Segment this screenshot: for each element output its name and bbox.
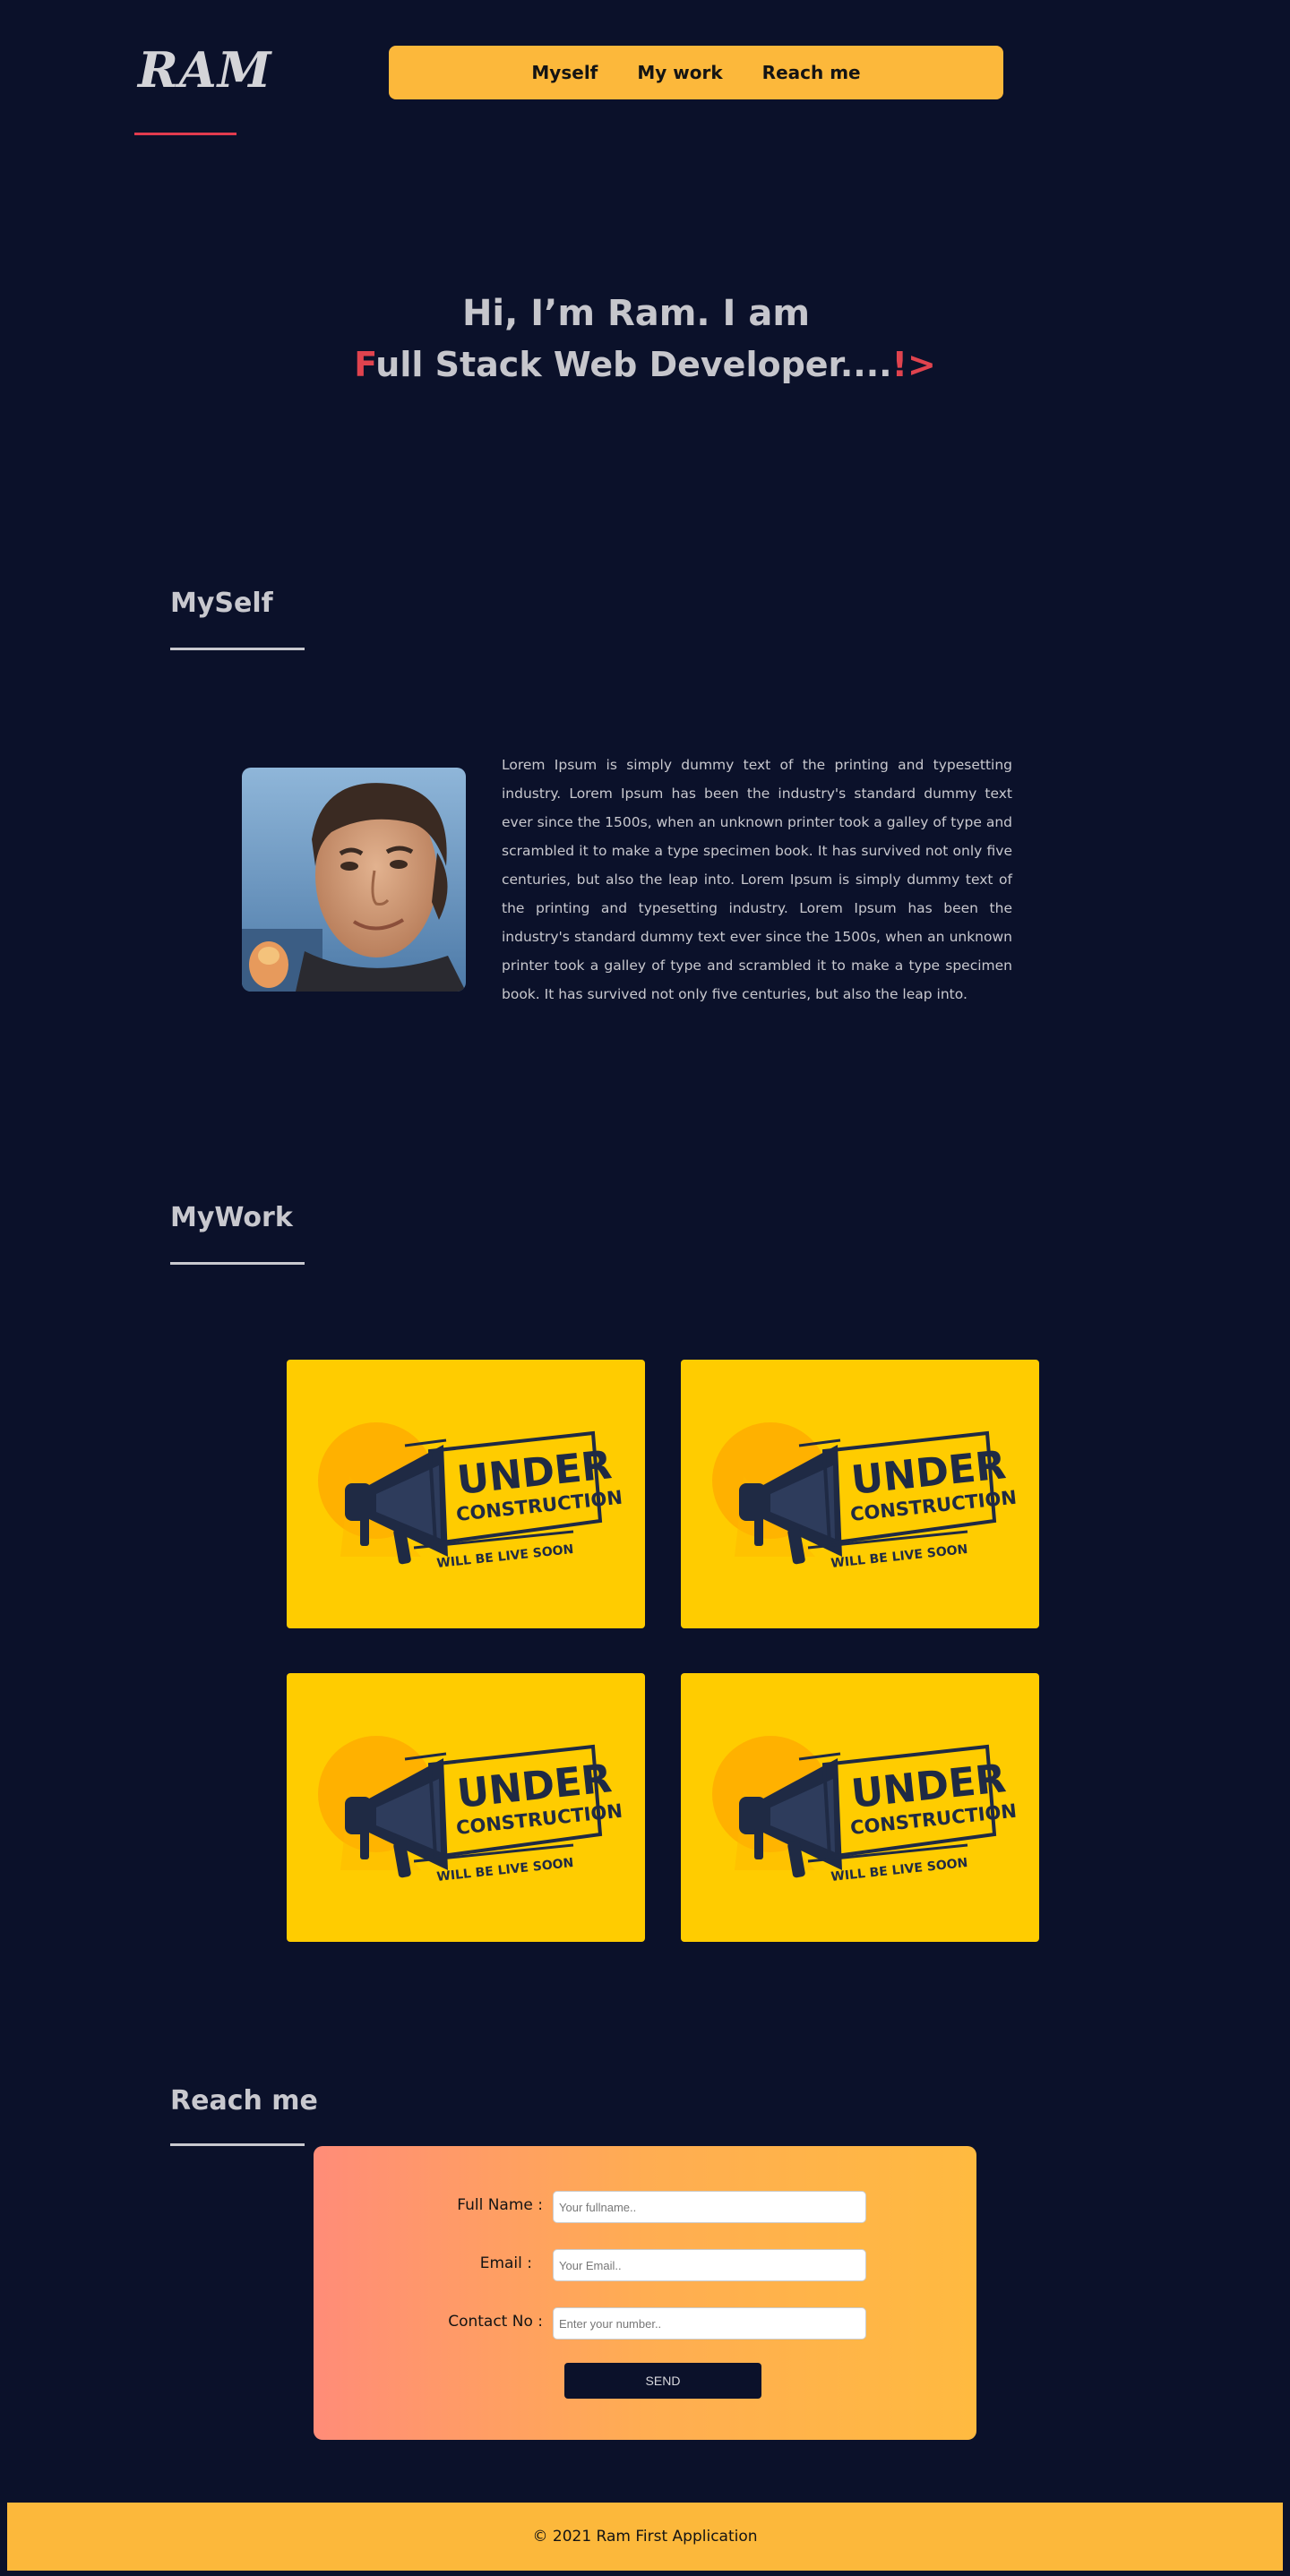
logo-underline <box>134 133 236 135</box>
under-construction-illustration: UNDERCONSTRUCTIONWILL BE LIVE SOON <box>712 1736 1018 1885</box>
reach-title: Reach me <box>170 2085 318 2117</box>
hero-role-text: ull Stack Web Developer.... <box>375 345 892 384</box>
fullname-input[interactable] <box>553 2191 866 2223</box>
hero-role-suffix: !> <box>891 345 936 384</box>
contact-form: Full Name : Email : Contact No : SEND <box>314 2146 976 2440</box>
work-card[interactable]: UNDER CONSTRUCTION WILL BE LIVE SOON <box>287 1360 645 1628</box>
fullname-label: Full Name : <box>457 2196 543 2214</box>
email-row: Email : <box>314 2249 976 2281</box>
footer-copyright: © 2021 Ram First Application <box>532 2528 758 2546</box>
email-input[interactable] <box>553 2249 866 2281</box>
typing-cursor-letter: F <box>354 345 376 384</box>
contact-label: Contact No : <box>448 2313 543 2331</box>
myself-underline <box>170 648 305 650</box>
reach-underline <box>170 2143 305 2146</box>
hero: Hi, I’m Ram. I am Full Stack Web Develop… <box>0 288 1290 391</box>
hero-role: Full Stack Web Developer....!> <box>0 339 1290 391</box>
card-caption: WILL BE LIVE SOON <box>830 1542 968 1571</box>
nav-link-my-work[interactable]: My work <box>637 62 722 83</box>
profile-photo <box>242 768 466 992</box>
mywork-title: MyWork <box>170 1202 293 1233</box>
fullname-row: Full Name : <box>314 2191 976 2223</box>
card-caption: WILL BE LIVE SOON <box>830 1856 968 1885</box>
card-caption: WILL BE LIVE SOON <box>436 1856 574 1885</box>
work-card[interactable]: UNDER CONSTRUCTION WILL BE LIVE SOON <box>681 1360 1039 1628</box>
under-construction-illustration: UNDERCONSTRUCTIONWILL BE LIVE SOON <box>712 1422 1018 1571</box>
mywork-underline <box>170 1262 305 1265</box>
email-label: Email : <box>479 2254 532 2272</box>
nav-link-myself[interactable]: Myself <box>531 62 598 83</box>
work-card[interactable]: UNDER CONSTRUCTION WILL BE LIVE SOON <box>681 1673 1039 1942</box>
card-caption: WILL BE LIVE SOON <box>436 1542 574 1571</box>
contact-row: Contact No : <box>314 2307 976 2340</box>
site-logo[interactable]: RAM <box>138 41 272 99</box>
work-card[interactable]: UNDER CONSTRUCTION WILL BE LIVE SOON <box>287 1673 645 1942</box>
nav-link-reach-me[interactable]: Reach me <box>762 62 861 83</box>
myself-title: MySelf <box>170 588 273 619</box>
footer: © 2021 Ram First Application <box>7 2503 1283 2571</box>
send-button[interactable]: SEND <box>564 2363 761 2399</box>
under-construction-illustration: UNDERCONSTRUCTIONWILL BE LIVE SOON <box>318 1422 624 1571</box>
main-nav: Myself My work Reach me <box>389 46 1003 99</box>
contact-input[interactable] <box>553 2307 866 2340</box>
about-paragraph: Lorem Ipsum is simply dummy text of the … <box>502 757 1012 1002</box>
hero-greeting: Hi, I’m Ram. I am <box>461 293 811 334</box>
under-construction-illustration: UNDERCONSTRUCTIONWILL BE LIVE SOON <box>318 1736 624 1885</box>
